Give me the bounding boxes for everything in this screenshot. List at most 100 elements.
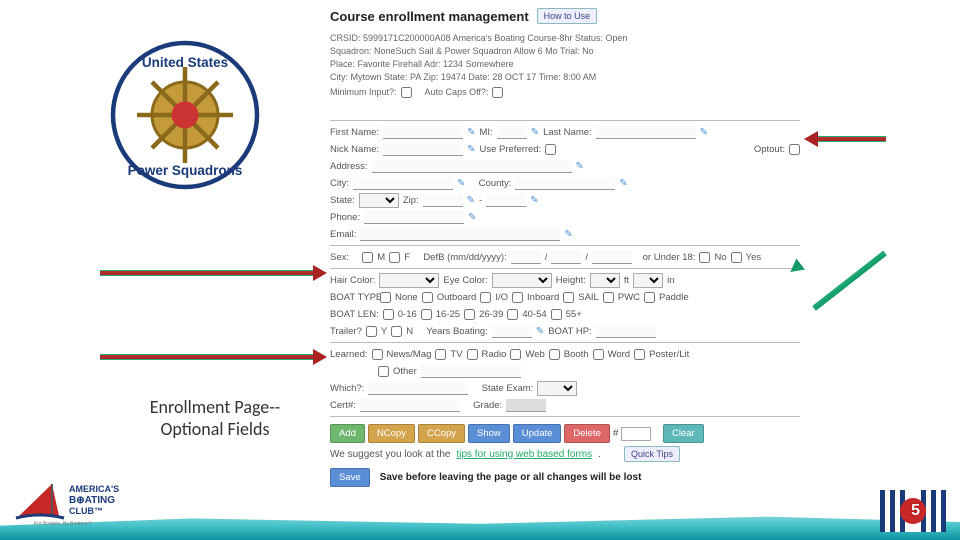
bt-io[interactable] (480, 292, 491, 303)
ncopy-button[interactable]: NCopy (368, 424, 415, 443)
ln-booth[interactable] (549, 349, 560, 360)
arrow-annotation (100, 270, 315, 276)
dob-yyyy-input[interactable] (592, 251, 632, 264)
how-to-use-button[interactable]: How to Use (537, 8, 598, 24)
update-button[interactable]: Update (513, 424, 562, 443)
height-ft-select[interactable] (590, 273, 620, 288)
bt-l: Inboard (527, 292, 559, 303)
dob-mm-input[interactable] (511, 251, 541, 264)
zip-label: Zip: (403, 195, 419, 206)
trailer-y[interactable] (366, 326, 377, 337)
svg-text:B⊕ATING: B⊕ATING (69, 495, 115, 506)
bl-l: 26-39 (479, 309, 503, 320)
bt-l: Outboard (437, 292, 477, 303)
ln-news[interactable] (372, 349, 383, 360)
cert-input[interactable] (360, 399, 460, 412)
address-input[interactable] (372, 160, 572, 173)
eye-select[interactable] (492, 273, 552, 288)
county-input[interactable] (515, 177, 615, 190)
zip2-input[interactable] (486, 194, 526, 207)
bl-4[interactable] (507, 309, 518, 320)
pencil-icon: ✎ (467, 195, 475, 206)
hp-input[interactable] (596, 325, 656, 338)
trailer-n[interactable] (391, 326, 402, 337)
delete-button[interactable]: Delete (564, 424, 609, 443)
last-name-input[interactable] (596, 126, 696, 139)
ln-word[interactable] (593, 349, 604, 360)
height-in-select[interactable] (633, 273, 663, 288)
arrow-head-icon (804, 131, 818, 147)
use-preferred-checkbox[interactable] (545, 144, 556, 155)
row-number-input[interactable] (621, 427, 651, 441)
bt-l: Paddle (659, 292, 689, 303)
suggest-text-b: . (598, 449, 601, 460)
last-name-label: Last Name: (543, 127, 592, 138)
enrollment-form: First Name: ✎ MI: ✎ Last Name: ✎ Nick Na… (330, 117, 800, 420)
sex-m-checkbox[interactable] (362, 252, 373, 263)
hair-select[interactable] (379, 273, 439, 288)
bt-paddle[interactable] (644, 292, 655, 303)
ln-l: Word (608, 349, 631, 360)
show-button[interactable]: Show (468, 424, 510, 443)
under18-yes-checkbox[interactable] (731, 252, 742, 263)
bl-3[interactable] (464, 309, 475, 320)
arrow-annotation (100, 354, 315, 360)
state-select[interactable] (359, 193, 399, 208)
nick-name-input[interactable] (383, 143, 463, 156)
grade-input[interactable] (506, 399, 546, 412)
mi-input[interactable] (497, 126, 527, 139)
years-input[interactable] (492, 325, 532, 338)
years-label: Years Boating: (426, 326, 487, 337)
ln-radio[interactable] (467, 349, 478, 360)
autocaps-checkbox[interactable] (492, 87, 503, 98)
trailer-label: Trailer? (330, 326, 362, 337)
min-input-checkbox[interactable] (401, 87, 412, 98)
pencil-icon: ✎ (457, 178, 465, 189)
ccopy-button[interactable]: CCopy (418, 424, 465, 443)
bt-outboard[interactable] (422, 292, 433, 303)
arrow-head-icon (313, 349, 327, 365)
save-button[interactable]: Save (330, 468, 370, 487)
bl-5[interactable] (551, 309, 562, 320)
ln-web[interactable] (510, 349, 521, 360)
boatlen-label: BOAT LEN: (330, 309, 379, 320)
ln-other[interactable] (378, 366, 389, 377)
cert-label: Cert#: (330, 400, 356, 411)
bl-1[interactable] (383, 309, 394, 320)
stateexam-select[interactable] (537, 381, 577, 396)
bt-none[interactable] (380, 292, 391, 303)
bt-pwc[interactable] (603, 292, 614, 303)
bt-inboard[interactable] (512, 292, 523, 303)
boattype-label: BOAT TYPE: (330, 292, 376, 303)
optout-checkbox[interactable] (789, 144, 800, 155)
bl-2[interactable] (421, 309, 432, 320)
tips-link[interactable]: tips for using web based forms (456, 449, 592, 460)
optout-label: Optout: (754, 144, 785, 155)
hp-label: BOAT HP: (548, 326, 591, 337)
ln-l: Other (393, 366, 417, 377)
zip1-input[interactable] (423, 194, 463, 207)
clear-button[interactable]: Clear (663, 424, 704, 443)
city-input[interactable] (353, 177, 453, 190)
phone-input[interactable] (364, 211, 464, 224)
first-name-input[interactable] (383, 126, 463, 139)
email-input[interactable] (360, 228, 560, 241)
add-button[interactable]: Add (330, 424, 365, 443)
sex-f-checkbox[interactable] (389, 252, 400, 263)
quick-tips-button[interactable]: Quick Tips (624, 446, 680, 462)
y-l: Y (381, 326, 387, 337)
action-buttons-row: Add NCopy CCopy Show Update Delete # Cle… (330, 424, 704, 443)
nick-name-label: Nick Name: (330, 144, 379, 155)
no-label: No (714, 252, 726, 263)
under18-no-checkbox[interactable] (699, 252, 710, 263)
ln-poster[interactable] (634, 349, 645, 360)
bl-l: 40-54 (522, 309, 546, 320)
dob-dd-input[interactable] (551, 251, 581, 264)
bt-sail[interactable] (563, 292, 574, 303)
which-input[interactable] (368, 382, 468, 395)
ln-tv[interactable] (435, 349, 446, 360)
other-input[interactable] (421, 365, 521, 378)
arrow-head-icon (313, 265, 327, 281)
bl-l: 16-25 (436, 309, 460, 320)
pencil-icon: ✎ (467, 144, 475, 155)
